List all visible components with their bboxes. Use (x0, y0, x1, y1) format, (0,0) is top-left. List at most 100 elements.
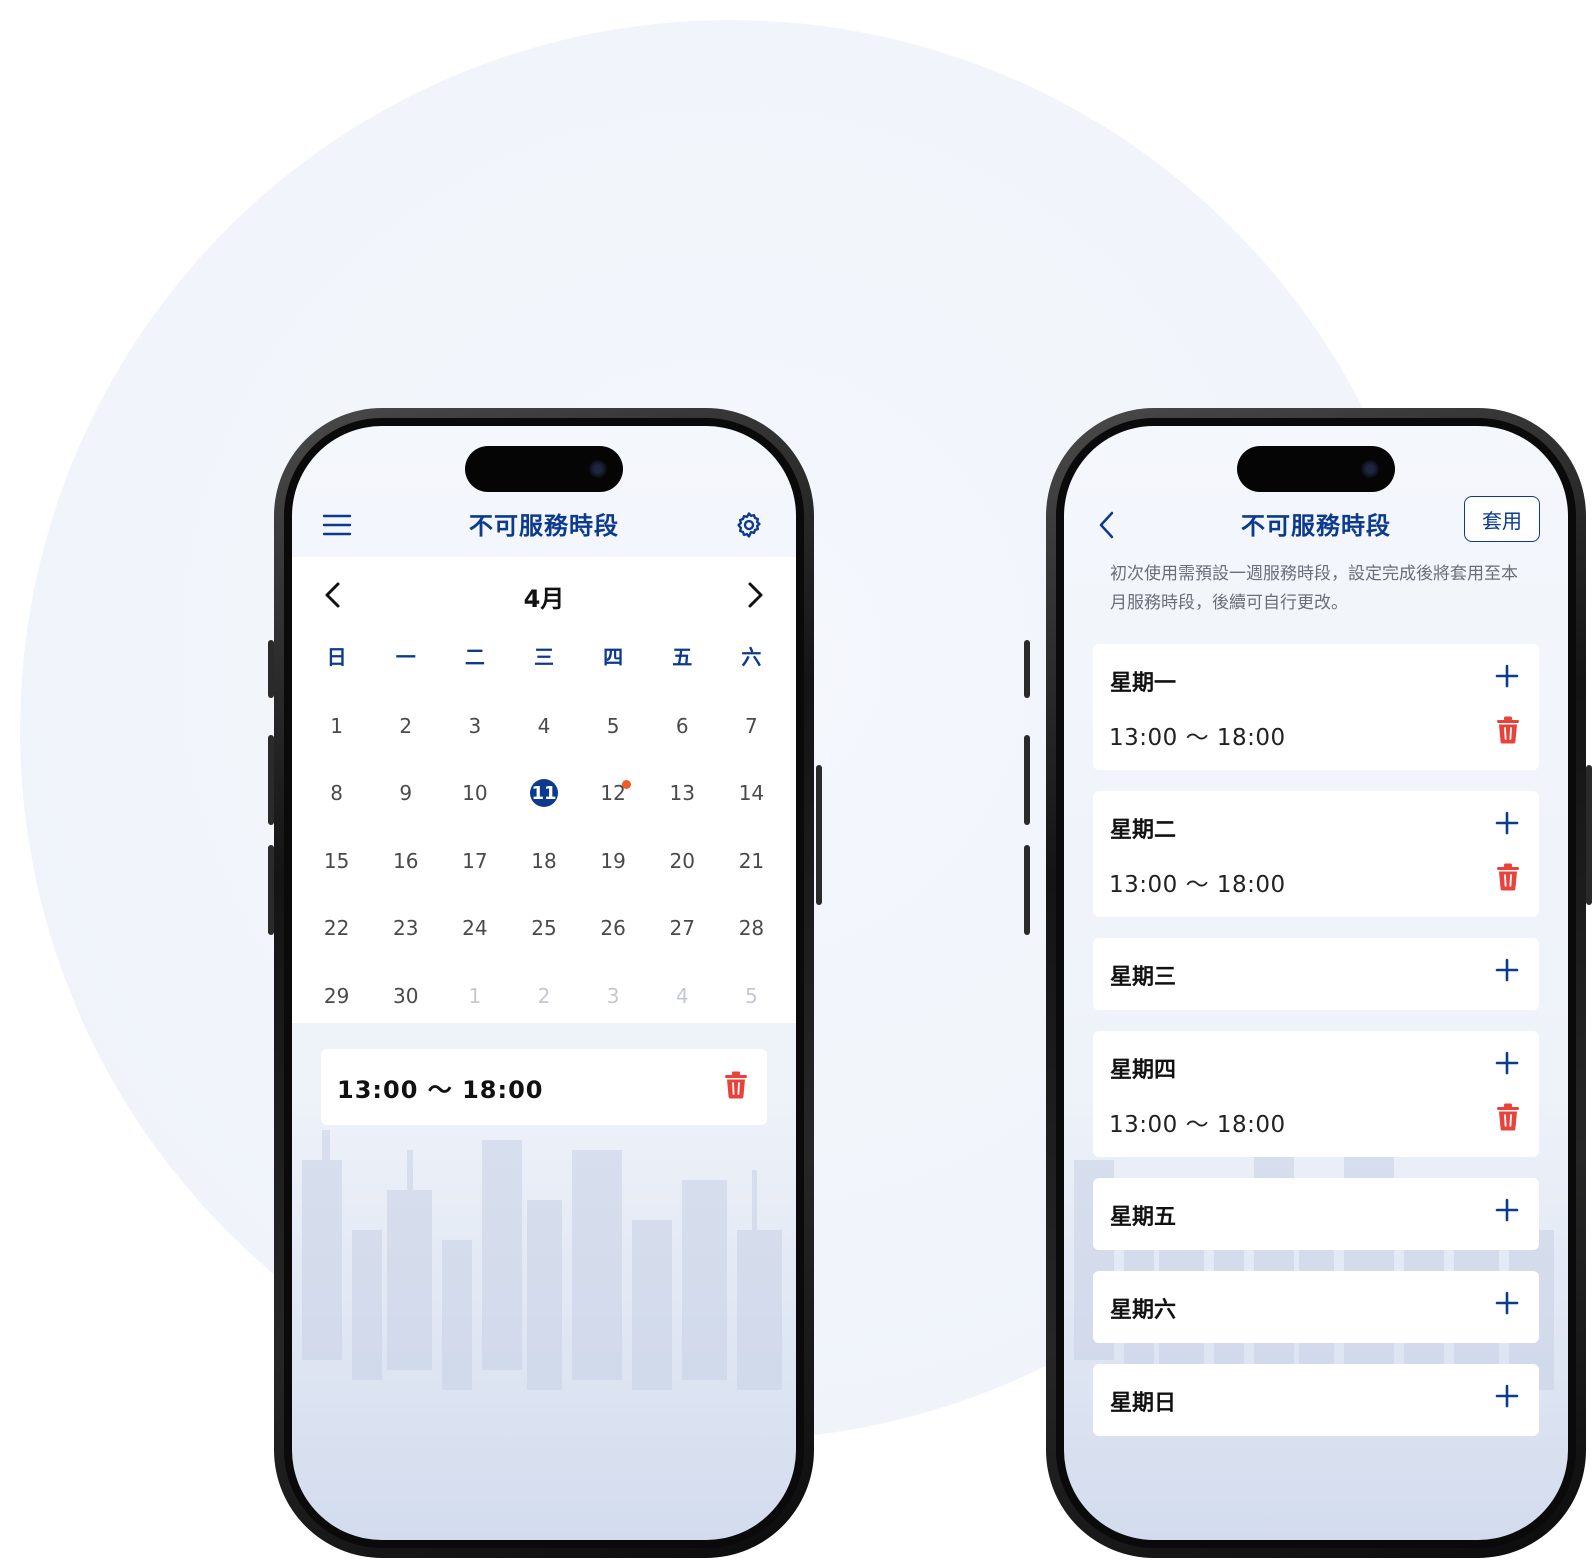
day-number: 1 (468, 983, 482, 1008)
day-grid: 1 2 3 4 5 6 7 8 9 10 11 12 13 14 15 16 17 18 19 20 21 22 23 24 2… (302, 692, 786, 1030)
day-number: 1 (330, 713, 343, 738)
trash-icon[interactable] (1495, 716, 1521, 748)
phone-power-button (816, 765, 822, 905)
apply-button[interactable]: 套用 (1464, 496, 1540, 542)
day-number: 4 (675, 983, 689, 1008)
event-dot (622, 779, 632, 789)
calendar-day[interactable]: 15 (302, 827, 371, 895)
day-number: 25 (531, 916, 557, 941)
day-number: 10 (462, 781, 488, 806)
day-number: 30 (392, 983, 419, 1008)
trash-icon[interactable] (1495, 1103, 1521, 1135)
calendar-day[interactable]: 9 (371, 760, 440, 828)
calendar-day[interactable]: 16 (371, 827, 440, 895)
calendar-day[interactable]: 13 (648, 760, 717, 828)
plus-icon[interactable] (1495, 958, 1519, 982)
calendar-day[interactable]: 8 (302, 760, 371, 828)
plus-icon[interactable] (1495, 811, 1519, 835)
day-number: 24 (462, 916, 488, 941)
trash-icon[interactable] (723, 1071, 749, 1103)
calendar-day[interactable]: 21 (717, 827, 786, 895)
calendar-day[interactable]: 5 (717, 962, 786, 1030)
calendar-day[interactable]: 3 (579, 962, 648, 1030)
dynamic-island (1237, 446, 1395, 492)
calendar-day[interactable]: 22 (302, 895, 371, 963)
calendar-day[interactable]: 17 (440, 827, 509, 895)
month-navigation: 4月 (292, 575, 796, 615)
calendar-day[interactable]: 5 (579, 692, 648, 760)
calendar-day[interactable]: 2 (509, 962, 578, 1030)
time-slot-label: 13:00 ～ 18:00 (1109, 725, 1286, 751)
calendar-day[interactable]: 25 (509, 895, 578, 963)
day-number: 19 (600, 848, 626, 873)
weekday-name: 星期一 (1110, 671, 1177, 696)
calendar-day[interactable]: 12 (579, 760, 648, 828)
calendar-day[interactable]: 4 (648, 962, 717, 1030)
day-number: 3 (468, 713, 482, 738)
top-bar: 不可服務時段 (292, 496, 796, 556)
weekday-card: 星期五 (1093, 1178, 1539, 1250)
left-phone: 不可服務時段 4月 日一二三四五六 1 2 3 4 5 6 7 8 9 10 11 12 13 14 15 1… (274, 408, 814, 1558)
camera-icon (589, 460, 607, 478)
day-number: 8 (330, 781, 343, 806)
day-number: 6 (675, 713, 689, 738)
calendar-day[interactable]: 2 (371, 692, 440, 760)
calendar-day[interactable]: 7 (717, 692, 786, 760)
calendar-day[interactable]: 14 (717, 760, 786, 828)
calendar-day[interactable]: 24 (440, 895, 509, 963)
calendar: 4月 日一二三四五六 1 2 3 4 5 6 7 8 9 10 11 12 13 14 15 16 17 18 19… (292, 557, 796, 1023)
notice-text: 初次使用需預設一週服務時段，設定完成後將套用至本月服務時段，後續可自行更改。 (1110, 564, 1518, 613)
calendar-day[interactable]: 19 (579, 827, 648, 895)
day-number: 26 (600, 916, 626, 941)
calendar-day[interactable]: 30 (371, 962, 440, 1030)
day-number: 27 (669, 916, 695, 941)
day-number: 16 (392, 848, 419, 873)
trash-icon[interactable] (1495, 863, 1521, 895)
calendar-day[interactable]: 23 (371, 895, 440, 963)
plus-icon[interactable] (1495, 1198, 1519, 1222)
weekday-name: 星期五 (1110, 1205, 1177, 1230)
calendar-day[interactable]: 1 (302, 692, 371, 760)
dynamic-island (465, 446, 623, 492)
calendar-day-selected[interactable]: 11 (509, 760, 578, 828)
time-slot-label: 13:00 ～ 18:00 (1109, 1112, 1286, 1138)
plus-icon[interactable] (1495, 1291, 1519, 1315)
camera-icon (1361, 460, 1379, 478)
calendar-day[interactable]: 1 (440, 962, 509, 1030)
gear-icon[interactable] (732, 508, 766, 542)
day-number: 17 (462, 848, 488, 873)
calendar-day[interactable]: 18 (509, 827, 578, 895)
day-number: 3 (606, 983, 620, 1008)
calendar-day[interactable]: 29 (302, 962, 371, 1030)
calendar-day[interactable]: 10 (440, 760, 509, 828)
chevron-right-icon[interactable] (739, 579, 771, 611)
weekday-label: 一 (395, 645, 416, 669)
day-number: 21 (738, 848, 765, 873)
weekday-label: 六 (741, 645, 762, 669)
weekday-name: 星期三 (1110, 965, 1177, 990)
weekday-header: 日一二三四五六 (302, 637, 786, 677)
calendar-day[interactable]: 4 (509, 692, 578, 760)
top-bar: 不可服務時段 套用 (1064, 496, 1568, 556)
plus-icon[interactable] (1495, 1384, 1519, 1408)
calendar-day[interactable]: 28 (717, 895, 786, 963)
calendar-day[interactable]: 6 (648, 692, 717, 760)
right-phone: 不可服務時段 套用 初次使用需預設一週服務時段，設定完成後將套用至本月服務時段，… (1046, 408, 1586, 1558)
day-number: 15 (323, 848, 350, 873)
calendar-day[interactable]: 3 (440, 692, 509, 760)
time-slot-label: 13:00 ～ 18:00 (1109, 872, 1286, 898)
day-number: 18 (531, 848, 557, 873)
day-number: 2 (399, 713, 413, 738)
plus-icon[interactable] (1495, 664, 1519, 688)
calendar-day[interactable]: 27 (648, 895, 717, 963)
day-number: 7 (745, 713, 758, 738)
weekday-card: 星期三 (1093, 938, 1539, 1010)
day-number: 4 (537, 713, 551, 738)
page-title: 不可服務時段 (469, 512, 619, 540)
plus-icon[interactable] (1495, 1051, 1519, 1075)
day-number: 29 (323, 983, 350, 1008)
weekday-card: 星期四 13:00 ～ 18:00 (1093, 1031, 1539, 1157)
calendar-day[interactable]: 20 (648, 827, 717, 895)
calendar-day[interactable]: 26 (579, 895, 648, 963)
weekday-name: 星期二 (1110, 818, 1177, 843)
